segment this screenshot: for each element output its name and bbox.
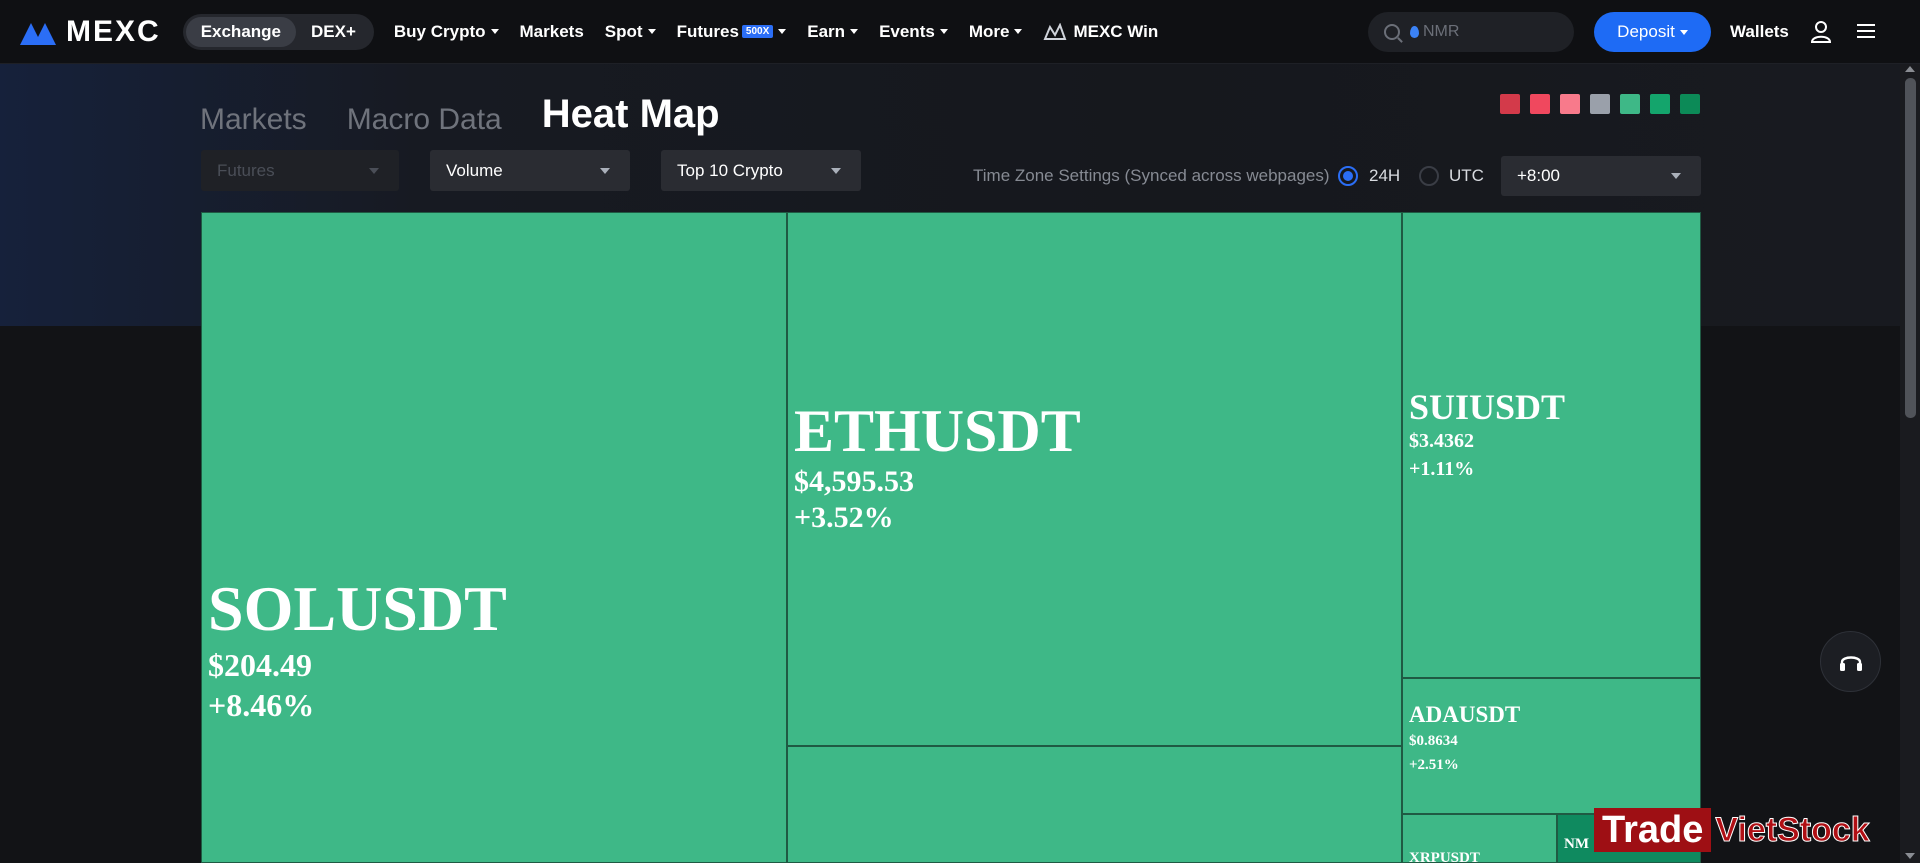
- heatmap-tile-solusdt[interactable]: SOLUSDT $204.49 +8.46%: [201, 212, 787, 863]
- select-value: Futures: [217, 160, 275, 180]
- logo-text: MEXC: [66, 14, 161, 48]
- main-nav: Buy Crypto Markets Spot Futures 500X Earn…: [394, 22, 1179, 42]
- legend-swatch: [1500, 94, 1520, 114]
- legend-swatch: [1530, 94, 1550, 114]
- tile-change: +8.46%: [208, 687, 315, 723]
- tile-change: +1.11%: [1409, 458, 1475, 480]
- exchange-toggle-button[interactable]: Exchange: [185, 16, 296, 47]
- search-placeholder: NMR: [1423, 23, 1460, 40]
- legend-swatch: [1620, 94, 1640, 114]
- user-icon[interactable]: [1810, 20, 1832, 44]
- wallets-link[interactable]: Wallets: [1730, 22, 1789, 42]
- leverage-badge: 500X: [741, 25, 774, 38]
- page-scrollbar[interactable]: [1900, 64, 1920, 863]
- watermark-part2: VietStock: [1715, 810, 1870, 849]
- chevron-down-icon: [939, 29, 948, 34]
- heatmap-tile-unlabeled[interactable]: [787, 746, 1402, 863]
- radio-24h-label: 24H: [1369, 166, 1401, 185]
- tradevietstock-watermark: Trade VietStock: [1594, 808, 1870, 852]
- heatmap-tile-adausdt[interactable]: ADAUSDT $0.8634 +2.51%: [1402, 678, 1701, 814]
- tile-price: $204.49: [208, 647, 312, 683]
- chevron-down-icon: [647, 29, 656, 34]
- tile-symbol: XRPUSDT: [1409, 850, 1480, 863]
- scrollbar-thumb[interactable]: [1905, 78, 1916, 418]
- radio-utc-label: UTC: [1449, 166, 1484, 185]
- search-icon: [1384, 24, 1400, 40]
- nav-more[interactable]: More: [969, 22, 1023, 42]
- nav-label: More: [968, 21, 1010, 41]
- headset-icon: [1839, 655, 1862, 671]
- market-type-select[interactable]: Futures: [201, 150, 399, 191]
- select-value: Volume: [446, 160, 503, 180]
- heatmap-tile-suiusdt[interactable]: SUIUSDT $3.4362 +1.11%: [1402, 212, 1701, 678]
- legend-swatch: [1590, 94, 1610, 114]
- nav-futures[interactable]: Futures 500X: [677, 22, 787, 42]
- tile-symbol: SOLUSDT: [208, 573, 507, 644]
- nav-mexc-win[interactable]: MEXC Win: [1043, 22, 1158, 42]
- chevron-down-icon: [850, 29, 859, 34]
- mexc-win-icon: [1043, 22, 1067, 40]
- legend-swatch: [1680, 94, 1700, 114]
- radio-utc[interactable]: [1419, 166, 1439, 186]
- chevron-down-icon: [1671, 173, 1681, 179]
- color-legend: [1500, 94, 1710, 114]
- chevron-down-icon: [831, 168, 841, 174]
- exchange-dex-toggle: Exchange DEX+: [182, 13, 374, 50]
- tile-price: $0.8634: [1409, 733, 1458, 749]
- page-tabs: Markets Macro Data Heat Map: [200, 92, 760, 137]
- nav-label: Futures: [676, 21, 739, 41]
- tile-price: $3.4362: [1409, 430, 1474, 452]
- customer-support-button[interactable]: [1820, 631, 1881, 692]
- deposit-button[interactable]: Deposit: [1594, 12, 1711, 52]
- tile-symbol: ETHUSDT: [794, 398, 1081, 464]
- nav-label: Events: [879, 21, 935, 41]
- search-input[interactable]: NMR: [1368, 12, 1574, 52]
- select-value: Top 10 Crypto: [677, 160, 783, 180]
- nav-buy-crypto[interactable]: Buy Crypto: [394, 22, 499, 42]
- chevron-down-icon: [490, 29, 499, 34]
- timezone-offset-select[interactable]: +8:00: [1501, 156, 1701, 196]
- deposit-label: Deposit: [1617, 22, 1675, 41]
- nav-label: Spot: [604, 21, 643, 41]
- mexc-logo[interactable]: MEXC: [20, 15, 161, 49]
- tab-markets[interactable]: Markets: [200, 103, 307, 137]
- scroll-down-arrow-icon[interactable]: [1905, 853, 1915, 859]
- watermark-part1: Trade: [1594, 808, 1712, 852]
- nav-label: Buy Crypto: [393, 21, 486, 41]
- tile-price: $4,595.53: [794, 465, 914, 498]
- nav-spot[interactable]: Spot: [605, 22, 656, 42]
- scroll-up-arrow-icon[interactable]: [1905, 66, 1915, 72]
- select-value: +8:00: [1517, 166, 1561, 185]
- crypto-heatmap: SOLUSDT $204.49 +8.46% ETHUSDT $4,595.53…: [201, 212, 1701, 863]
- chevron-down-icon: [369, 168, 379, 174]
- chevron-down-icon: [778, 29, 787, 34]
- chevron-down-icon: [600, 168, 610, 174]
- legend-swatch: [1650, 94, 1670, 114]
- heatmap-tile-ethusdt[interactable]: ETHUSDT $4,595.53 +3.52%: [787, 212, 1402, 746]
- hamburger-menu-icon[interactable]: [1857, 23, 1875, 39]
- nav-label: MEXC Win: [1073, 21, 1159, 41]
- timezone-label: Time Zone Settings (Synced across webpag…: [973, 166, 1330, 185]
- tab-macro-data[interactable]: Macro Data: [347, 103, 502, 137]
- nav-earn[interactable]: Earn: [807, 21, 859, 42]
- chevron-down-icon: [1014, 29, 1023, 34]
- tile-symbol: SUIUSDT: [1409, 387, 1566, 427]
- tile-change: +2.51%: [1409, 757, 1459, 773]
- radio-24h[interactable]: [1338, 166, 1358, 186]
- tile-symbol: ADAUSDT: [1409, 702, 1521, 727]
- mexc-logo-icon: [20, 19, 58, 45]
- tab-heat-map[interactable]: Heat Map: [542, 92, 720, 137]
- scope-select[interactable]: Top 10 Crypto: [661, 150, 861, 191]
- chevron-down-icon: [1679, 29, 1688, 35]
- nav-label: Earn: [807, 21, 846, 41]
- token-drop-icon: [1410, 26, 1419, 38]
- heatmap-tile-xrpusdt[interactable]: XRPUSDT: [1402, 814, 1557, 863]
- legend-swatch: [1560, 94, 1580, 114]
- nav-events[interactable]: Events: [879, 22, 948, 42]
- nav-markets[interactable]: Markets: [520, 22, 584, 42]
- nav-label: Markets: [519, 21, 584, 41]
- metric-select[interactable]: Volume: [430, 150, 630, 191]
- tile-change: +3.52%: [794, 501, 894, 534]
- dex-toggle-button[interactable]: DEX+: [296, 17, 371, 47]
